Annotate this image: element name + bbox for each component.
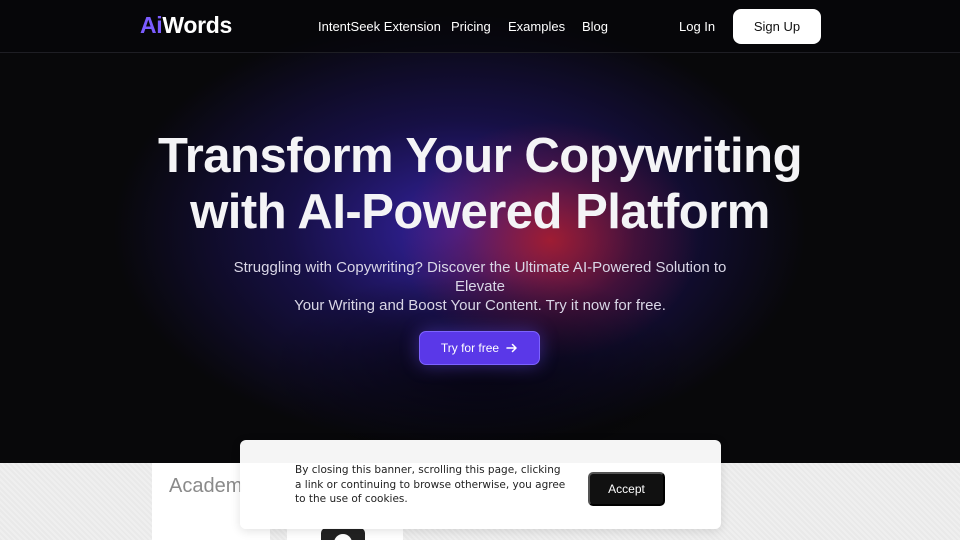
feature-card-icon <box>321 528 365 540</box>
login-link[interactable]: Log In <box>679 19 715 34</box>
nav-item-pricing[interactable]: Pricing <box>451 19 491 34</box>
hero-subtitle: Struggling with Copywriting? Discover th… <box>210 258 750 315</box>
nav-item-intentseek-extension[interactable]: IntentSeek Extension <box>318 19 441 34</box>
arrow-right-icon <box>506 343 517 353</box>
hero-subtitle-line-1: Struggling with Copywriting? Discover th… <box>233 259 727 295</box>
cookie-banner: By closing this banner, scrolling this p… <box>240 440 721 529</box>
feature-card-title: Academ <box>169 475 243 497</box>
hero-headline-line-2: with AI-Powered Platform <box>190 185 770 239</box>
cookie-banner-text: By closing this banner, scrolling this p… <box>295 464 566 505</box>
logo-suffix: Words <box>162 12 233 38</box>
try-for-free-button[interactable]: Try for free <box>419 331 540 365</box>
accept-cookies-button[interactable]: Accept <box>588 472 665 506</box>
hero-headline-line-1: Transform Your Copywriting <box>157 129 803 183</box>
top-navbar: AiWords IntentSeek Extension Pricing Exa… <box>0 0 960 53</box>
cta-label: Try for free <box>440 341 500 355</box>
aiwords-logo[interactable]: AiWords <box>140 12 232 39</box>
hero-headline: Transform Your Copywriting with AI-Power… <box>0 128 960 240</box>
signup-button[interactable]: Sign Up <box>733 9 821 44</box>
hero-subtitle-line-2: Your Writing and Boost Your Content. Try… <box>294 297 666 314</box>
logo-prefix: Ai <box>140 12 163 38</box>
nav-item-blog[interactable]: Blog <box>582 19 608 34</box>
nav-item-examples[interactable]: Examples <box>508 19 565 34</box>
